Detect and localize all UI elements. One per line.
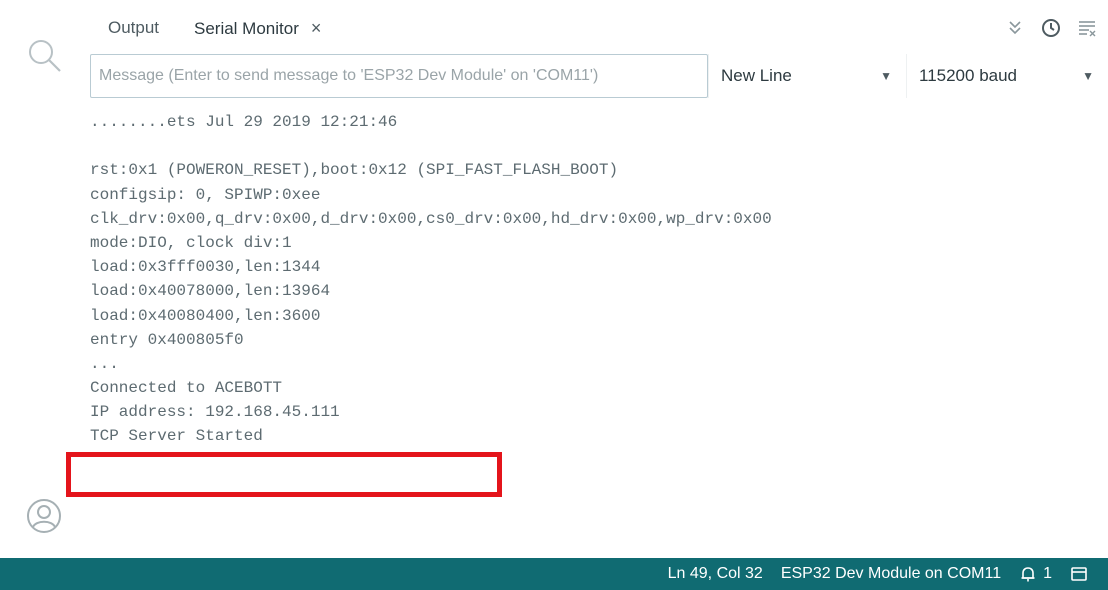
console-line-ip-address: IP address: 192.168.45.111 xyxy=(90,403,340,422)
console-line: clk_drv:0x00,q_drv:0x00,d_drv:0x00,cs0_d… xyxy=(90,209,772,228)
chevron-down-icon: ▼ xyxy=(880,69,892,83)
console-line: load:0x40080400,len:3600 xyxy=(90,306,321,325)
line-ending-value: New Line xyxy=(721,66,792,85)
highlight-box xyxy=(66,452,502,497)
console-line: TCP Server Started xyxy=(90,427,263,446)
console-line: load:0x3fff0030,len:1344 xyxy=(90,258,321,277)
panel-tab-bar: Output Serial Monitor × xyxy=(84,0,1108,44)
console-line: ... xyxy=(90,354,119,373)
serial-input-row: New Line ▼ 115200 baud ▼ xyxy=(90,54,1108,98)
clear-output-icon[interactable] xyxy=(1076,17,1098,39)
chevron-down-icon: ▼ xyxy=(1082,69,1094,83)
tab-output-label: Output xyxy=(108,18,160,37)
timestamp-clock-icon[interactable] xyxy=(1040,17,1062,39)
message-input[interactable] xyxy=(90,54,708,98)
close-icon[interactable]: × xyxy=(311,18,322,38)
cursor-position[interactable]: Ln 49, Col 32 xyxy=(668,565,763,583)
console-line: load:0x40078000,len:13964 xyxy=(90,282,331,301)
line-ending-select[interactable]: New Line ▼ xyxy=(708,54,906,98)
baud-rate-value: 115200 baud xyxy=(919,66,1018,85)
profile-icon[interactable] xyxy=(24,496,64,536)
console-line: ........ets Jul 29 2019 12:21:46 xyxy=(90,113,398,131)
toggle-autoscroll-icon[interactable] xyxy=(1004,17,1026,39)
tab-output[interactable]: Output xyxy=(108,18,159,38)
console-line: mode:DIO, clock div:1 xyxy=(90,233,292,252)
search-icon[interactable] xyxy=(24,36,64,76)
console-line: configsip: 0, SPIWP:0xee xyxy=(90,185,321,204)
panel-toggle-icon[interactable] xyxy=(1070,565,1088,583)
console-line: entry 0x400805f0 xyxy=(90,330,244,349)
monitor-toolbar xyxy=(1004,14,1098,42)
baud-rate-select[interactable]: 115200 baud ▼ xyxy=(906,54,1108,98)
bell-icon xyxy=(1021,567,1035,582)
notification-count: 1 xyxy=(1043,565,1052,582)
tab-serial-monitor[interactable]: Serial Monitor × xyxy=(194,18,321,39)
status-bar: Ln 49, Col 32 ESP32 Dev Module on COM11 … xyxy=(0,558,1108,590)
console-line: rst:0x1 (POWERON_RESET),boot:0x12 (SPI_F… xyxy=(90,161,619,180)
notifications-button[interactable]: 1 xyxy=(1019,565,1052,583)
console-line: Connected to ACEBOTT xyxy=(90,379,283,398)
tab-serial-monitor-label: Serial Monitor xyxy=(194,19,299,38)
board-port-status[interactable]: ESP32 Dev Module on COM11 xyxy=(781,565,1001,583)
